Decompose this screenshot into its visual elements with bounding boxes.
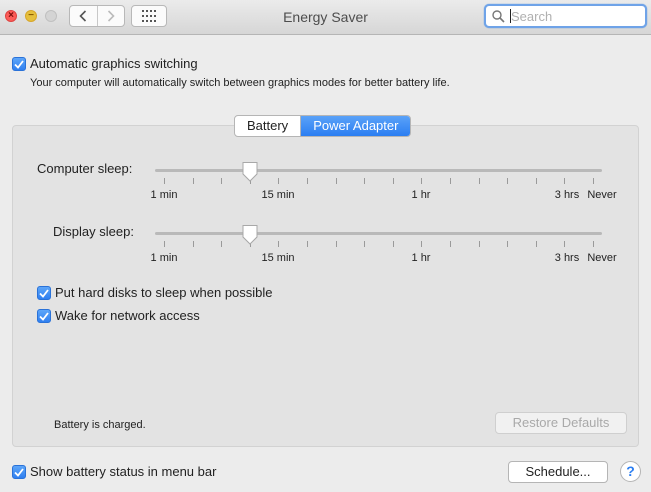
slider-tick [364,178,366,184]
slider-tick [507,178,509,184]
slider-tick [421,178,423,184]
power-source-tabs: Battery Power Adapter [234,115,412,137]
slider-tick [335,178,337,184]
display-sleep-tick-label: 1 min [150,252,178,264]
auto-graphics-checkbox[interactable] [12,57,26,71]
battery-status-text: Battery is charged. [54,419,146,431]
search-input[interactable] [511,8,641,24]
slider-tick [535,241,537,247]
computer-sleep-ticks [155,178,602,184]
hard-disk-sleep-checkbox[interactable] [37,286,51,300]
display-sleep-tick-label: 3 hrs [554,252,580,264]
slider-tick [221,241,223,247]
slider-tick [507,241,509,247]
computer-sleep-tick-label: Never [587,189,617,201]
schedule-button[interactable]: Schedule... [508,461,608,483]
show-battery-status-checkbox[interactable] [12,465,26,479]
slider-tick [478,241,480,247]
slider-tick [450,178,451,184]
energy-saver-window: × − Energy Saver Search Automatic graphi… [0,0,651,492]
checkmark-icon [39,311,49,321]
checkmark-icon [14,467,24,477]
computer-sleep-label: Computer sleep: [37,161,133,176]
computer-sleep-tick-label: 1 min [150,189,178,201]
slider-tick [564,178,566,184]
slider-tick [593,178,594,184]
hard-disk-sleep-label[interactable]: Put hard disks to sleep when possible [55,285,273,300]
wake-network-label[interactable]: Wake for network access [55,308,200,323]
slider-tick [593,241,594,247]
checkmark-icon [14,59,24,69]
auto-graphics-label[interactable]: Automatic graphics switching [30,56,198,71]
search-field[interactable] [484,4,647,28]
slider-tick [164,241,165,247]
display-sleep-track[interactable] [155,232,602,235]
slider-tick [564,241,566,247]
display-sleep-knob[interactable] [241,224,259,246]
slider-tick [335,241,337,247]
search-icon [492,10,505,23]
display-sleep-ticks [155,241,602,247]
slider-tick [221,178,223,184]
slider-tick [278,241,280,247]
computer-sleep-tick-label: 3 hrs [554,189,580,201]
slider-tick [192,241,194,247]
slider-tick [307,241,308,247]
display-sleep-tick-label: 15 min [261,252,295,264]
computer-sleep-tick-label: 1 hr [411,189,431,201]
slider-tick [392,178,394,184]
tab-power-adapter[interactable]: Power Adapter [300,116,411,136]
computer-sleep-knob[interactable] [241,161,259,183]
computer-sleep-track[interactable] [155,169,602,172]
slider-tick [364,241,366,247]
tab-battery[interactable]: Battery [235,116,300,136]
slider-tick [307,178,308,184]
wake-network-checkbox[interactable] [37,309,51,323]
slider-tick [278,178,280,184]
slider-tick [392,241,394,247]
slider-tick [535,178,537,184]
slider-tick [164,178,165,184]
show-battery-status-label[interactable]: Show battery status in menu bar [30,464,216,479]
slider-tick [478,178,480,184]
restore-defaults-button[interactable]: Restore Defaults [495,412,627,434]
slider-tick [450,241,451,247]
display-sleep-label: Display sleep: [53,224,134,239]
display-sleep-tick-label: 1 hr [411,252,431,264]
title-bar: × − Energy Saver [0,0,651,35]
auto-graphics-description: Your computer will automatically switch … [30,77,450,89]
slider-tick [421,241,423,247]
checkmark-icon [39,288,49,298]
computer-sleep-tick-label: 15 min [261,189,295,201]
slider-tick [192,178,194,184]
display-sleep-tick-label: Never [587,252,617,264]
help-button[interactable]: ? [620,461,641,482]
